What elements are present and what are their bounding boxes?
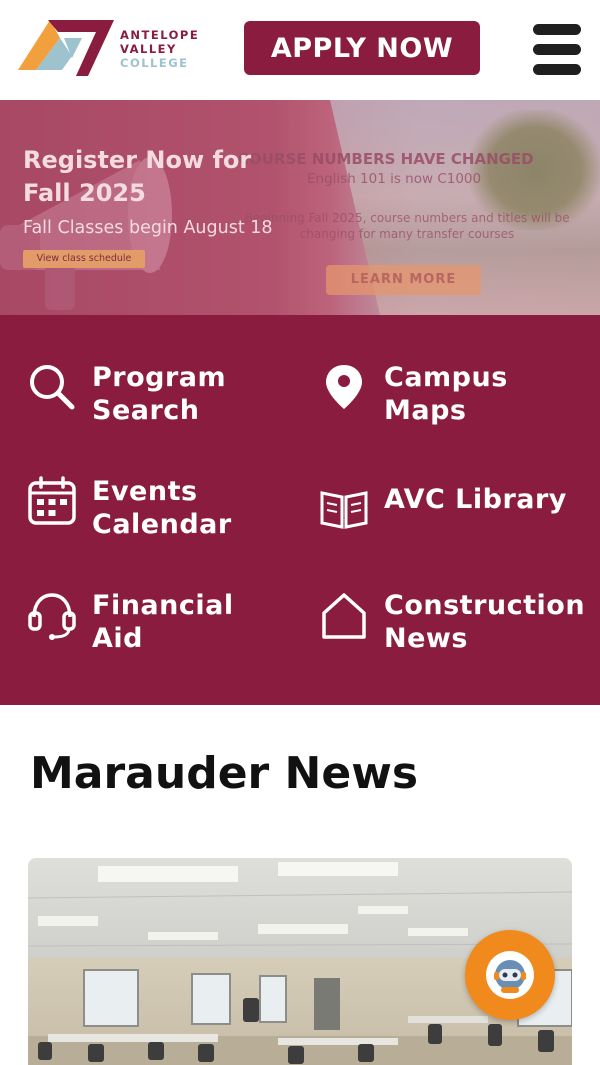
- calendar-icon: [28, 476, 76, 525]
- view-schedule-button[interactable]: View class schedule: [23, 250, 145, 268]
- quick-link-campus-maps[interactable]: Campus Maps: [318, 361, 508, 427]
- logo-wordmark: ANTELOPE VALLEY COLLEGE: [120, 28, 199, 70]
- quick-link-events-calendar[interactable]: Events Calendar: [26, 475, 232, 541]
- hero-carousel[interactable]: COURSE NUMBERS HAVE CHANGED English 101 …: [0, 100, 600, 315]
- book-icon: [320, 491, 368, 529]
- slide2-subtitle: English 101 is now C1000: [307, 171, 482, 187]
- chatbot-button[interactable]: [465, 930, 555, 1020]
- quick-link-label: Financial Aid: [92, 590, 234, 654]
- quick-link-label: AVC Library: [384, 484, 567, 515]
- robot-face-icon: [494, 960, 526, 993]
- logo-line-1: ANTELOPE: [120, 28, 200, 42]
- headset-icon: [28, 593, 76, 640]
- logo-line-2: VALLEY: [120, 42, 177, 56]
- quick-link-program-search[interactable]: Program Search: [26, 361, 226, 427]
- slide1-subtitle: Fall Classes begin August 18: [23, 218, 273, 238]
- search-icon: [30, 365, 75, 410]
- learn-more-button[interactable]: LEARN MORE: [326, 265, 481, 295]
- quick-link-label: Program Search: [92, 362, 227, 426]
- quick-link-financial-aid[interactable]: Financial Aid: [26, 589, 234, 655]
- house-icon: [322, 593, 366, 639]
- hamburger-icon[interactable]: [533, 22, 583, 76]
- quick-link-label: Events Calendar: [92, 476, 232, 540]
- site-header: ANTELOPE VALLEY COLLEGE APPLY NOW: [0, 0, 600, 100]
- chatbot-icon: [486, 951, 534, 999]
- slide2-body: Beginning Fall 2025, course numbers and …: [244, 211, 570, 241]
- slide1-title-line-1: Register Now for: [23, 146, 252, 174]
- quick-link-construction-news[interactable]: Construction News: [318, 589, 585, 655]
- quick-link-label: Construction News: [384, 590, 586, 654]
- logo-line-3: COLLEGE: [120, 56, 189, 70]
- logo-mark-icon: [18, 20, 114, 76]
- news-section-title: Marauder News: [30, 748, 419, 799]
- quick-link-avc-library[interactable]: AVC Library: [318, 483, 567, 535]
- slide2-title: COURSE NUMBERS HAVE CHANGED: [238, 150, 534, 168]
- map-pin-icon: [326, 365, 362, 409]
- slide1-title: Register Now for Fall 2025: [23, 144, 251, 210]
- apply-now-button[interactable]: APPLY NOW: [244, 21, 480, 75]
- quick-links: Program Search Campus Maps Events Calend…: [0, 315, 600, 705]
- slide1-title-line-2: Fall 2025: [23, 179, 146, 207]
- college-logo[interactable]: ANTELOPE VALLEY COLLEGE: [18, 18, 208, 78]
- quick-link-label: Campus Maps: [384, 362, 508, 426]
